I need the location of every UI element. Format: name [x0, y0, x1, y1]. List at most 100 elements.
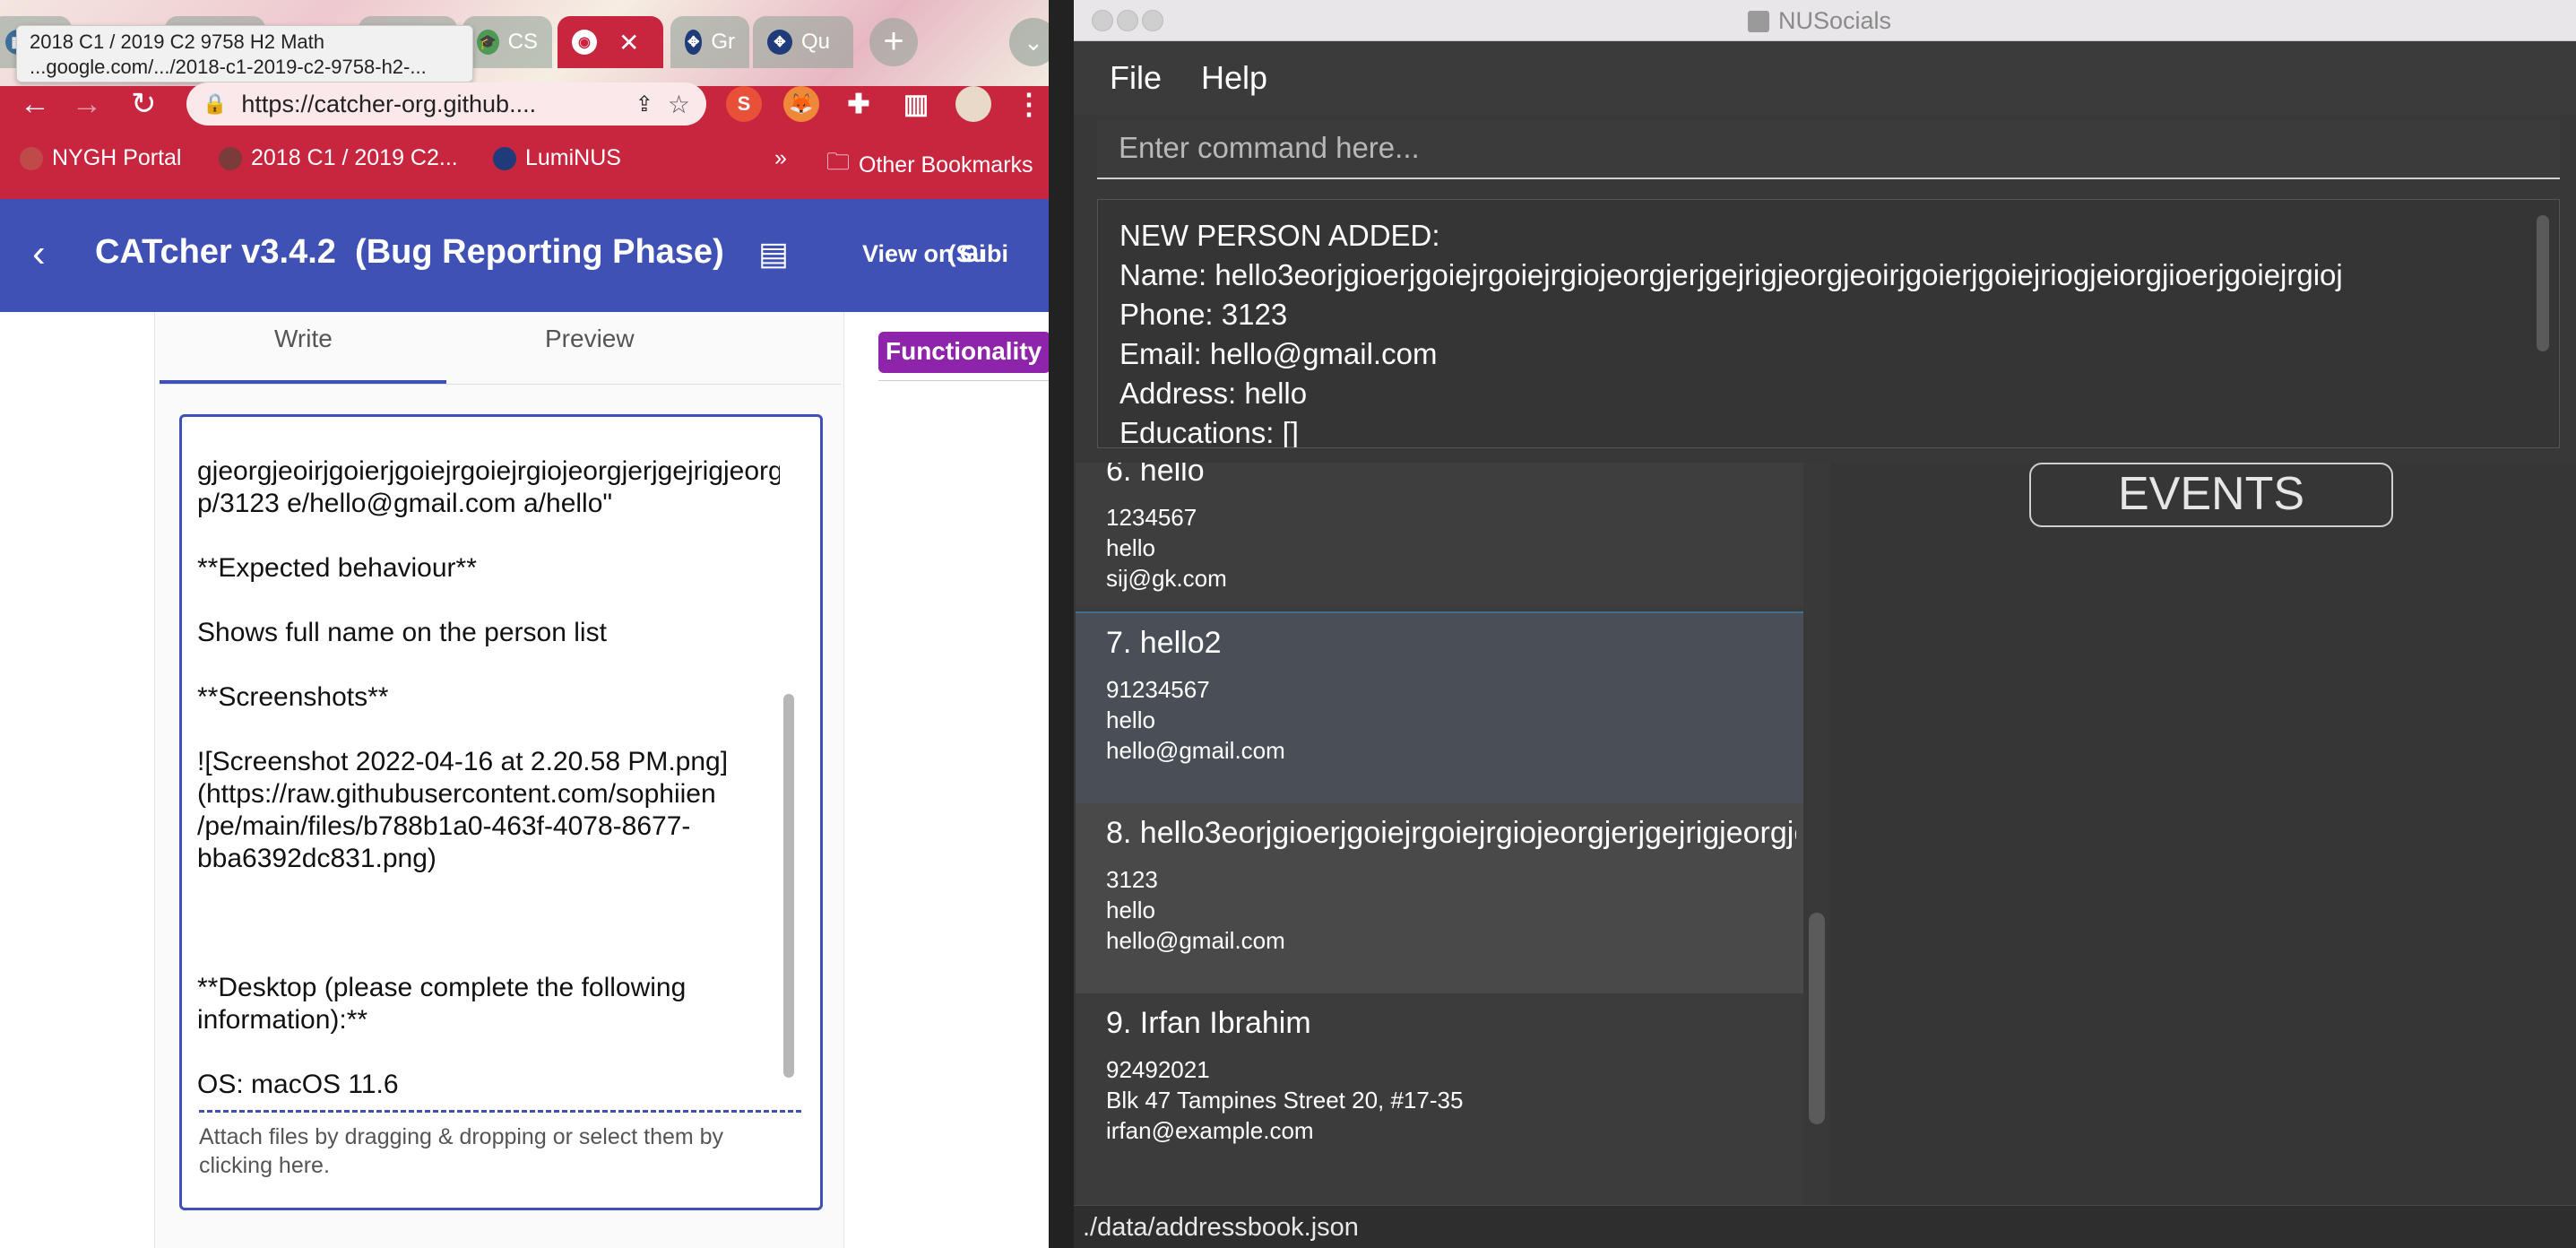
forward-arrow-icon[interactable]: →: [72, 86, 102, 122]
bookmark-label: 2018 C1 / 2019 C2...: [251, 145, 458, 170]
bookmark-luminus[interactable]: LumiNUS: [493, 145, 621, 171]
tab-write[interactable]: Write: [274, 325, 333, 353]
divider: [878, 380, 1049, 381]
list-scrollbar[interactable]: [1809, 913, 1825, 1124]
bookmark-label: LumiNUS: [525, 145, 621, 170]
other-bookmarks-label: Other Bookmarks: [859, 152, 1033, 178]
address-bar[interactable]: 🔒 https://catcher-org.github.... ⇪ ☆: [186, 82, 706, 126]
editor-line: p/3123 e/hello@gmail.com a/hello": [197, 489, 613, 518]
person-name: 7. hello2: [1106, 626, 1222, 660]
page-title: CATcher v3.4.2 (Bug Reporting Phase): [95, 233, 724, 271]
person-address: Blk 47 Tampines Street 20, #17-35: [1106, 1087, 1464, 1114]
tab-hover-tooltip: 2018 C1 / 2019 C2 9758 H2 Math ...google…: [16, 25, 473, 82]
catcher-header: ‹ CATcher v3.4.2 (Bug Reporting Phase) ▤…: [0, 199, 1049, 312]
more-menu-icon[interactable]: ⋮: [1011, 86, 1047, 122]
divider: [160, 384, 841, 385]
catcher-favicon: ◉: [572, 30, 597, 55]
bookmark-label: NYGH Portal: [52, 145, 182, 170]
person-name: 6. hello: [1106, 463, 1205, 488]
editor-line: ![Screenshot 2022-04-16 at 2.20.58 PM.pn…: [197, 747, 729, 776]
document-icon[interactable]: ▤: [758, 235, 789, 273]
editor-line: gjeorgjeoirjgoierjgoiejrgoiejrgiojeorgje…: [197, 456, 780, 486]
side-panel-icon[interactable]: ▥: [898, 86, 934, 122]
minimize-window-button[interactable]: [1117, 10, 1138, 31]
result-line: NEW PERSON ADDED:: [1119, 219, 1440, 252]
editor-line: Shows full name on the person list: [197, 618, 607, 647]
zoom-window-button[interactable]: [1142, 10, 1163, 31]
person-phone: 1234567: [1106, 504, 1197, 531]
editor-line: information):**: [197, 1005, 368, 1035]
editor-line: **Desktop (please complete the following: [197, 973, 687, 1002]
editor-line: OS: macOS 11.6: [197, 1070, 399, 1099]
profile-avatar[interactable]: [955, 86, 991, 122]
label-chip-functionality[interactable]: Functionality: [878, 332, 1049, 373]
result-scrollbar[interactable]: [2537, 215, 2549, 351]
other-bookmarks[interactable]: 🗀 Other Bookmarks: [826, 145, 1033, 185]
share-icon[interactable]: ⇪: [635, 91, 653, 117]
graduation-cap-icon: 🎓: [477, 30, 499, 55]
person-email: sij@gk.com: [1106, 565, 1227, 592]
new-tab-button[interactable]: +: [869, 18, 918, 66]
bookmark-2018-c1[interactable]: 2018 C1 / 2019 C2...: [219, 145, 458, 171]
person-phone: 91234567: [1106, 676, 1210, 703]
url-text: https://catcher-org.github....: [241, 90, 537, 117]
tab-label: Qu: [801, 30, 831, 54]
tab-gr[interactable]: ✥ Gr: [670, 16, 749, 68]
editor-line: bba6392dc831.png): [197, 844, 437, 873]
folder-icon: 🗀: [826, 148, 851, 175]
close-tab-icon[interactable]: ✕: [618, 28, 639, 57]
browser-toolbar: ← → ↻ 🔒 https://catcher-org.github.... ⇪…: [0, 82, 1049, 212]
site-favicon: [20, 146, 43, 170]
tab-qu[interactable]: ✥ Qu: [753, 16, 853, 68]
person-card[interactable]: 9. Irfan Ibrahim 92492021 Blk 47 Tampines …: [1076, 993, 1803, 1183]
editor-line: **Expected behaviour**: [197, 553, 477, 583]
attach-files-hint[interactable]: Attach files by dragging & dropping or s…: [199, 1122, 791, 1180]
result-line: Address: hello: [1119, 377, 1308, 410]
bookmark-nygh[interactable]: NYGH Portal: [20, 145, 181, 171]
tab-search-chevron-icon[interactable]: ⌄: [1009, 18, 1049, 66]
tab-label: CS: [507, 30, 538, 54]
back-arrow-icon[interactable]: ←: [20, 86, 50, 122]
dropzone-divider: [199, 1110, 801, 1113]
tab-catcher-active[interactable]: ◉ ✕: [558, 16, 663, 68]
person-address: hello: [1106, 706, 1155, 733]
puzzle-extensions-icon[interactable]: ✚: [841, 86, 877, 122]
close-window-button[interactable]: [1092, 10, 1113, 31]
person-phone: 92492021: [1106, 1056, 1210, 1083]
events-button[interactable]: EVENTS: [2029, 463, 2393, 527]
tab-preview[interactable]: Preview: [545, 325, 635, 353]
browser-window: ▦ 🎓 🎓CS ◉✕ ✥Gr ✥Qu + ⌄ 2018 C1 / 2019 C2…: [0, 0, 1049, 1248]
person-email: hello@gmail.com: [1106, 927, 1285, 954]
menu-file[interactable]: File: [1110, 59, 1162, 97]
result-display[interactable]: NEW PERSON ADDED: Name: hello3eorjgioerjg…: [1097, 199, 2560, 448]
description-textarea[interactable]: gjeorgjeoirjgoierjgoiejrgoiejrgiojeorgje…: [197, 455, 780, 1110]
tab-cs[interactable]: 🎓 CS: [462, 16, 552, 68]
person-card[interactable]: 7. hello2 91234567 hello hello@gmail.com: [1076, 611, 1803, 805]
person-card[interactable]: 8. hello3eorjgioerjgoiejrgoiejrgiojeorgj…: [1076, 803, 1803, 993]
person-name: 9. Irfan Ibrahim: [1106, 1006, 1311, 1040]
bookmarks-overflow-chevron[interactable]: »: [774, 145, 787, 171]
menu-help[interactable]: Help: [1201, 59, 1267, 97]
extension-s-icon[interactable]: S: [726, 86, 762, 122]
luminus-favicon: ✥: [685, 30, 703, 55]
fox-extension-icon[interactable]: 🦊: [783, 86, 819, 122]
command-input[interactable]: Enter command here...: [1097, 120, 2560, 179]
textarea-scrollbar[interactable]: [783, 694, 794, 1078]
lock-icon: 🔒: [203, 92, 228, 115]
back-chevron-icon[interactable]: ‹: [32, 231, 46, 276]
editor-line: **Screenshots**: [197, 682, 389, 712]
tooltip-title: 2018 C1 / 2019 C2 9758 H2 Math: [30, 30, 325, 53]
person-card[interactable]: 6. hello 1234567 hello sij@gk.com: [1076, 463, 1803, 606]
person-list[interactable]: 6. hello 1234567 hello sij@gk.com 7. hello2 9…: [1076, 463, 1803, 1205]
view-on-github-link[interactable]: View on Gi(Subi: [862, 240, 1008, 268]
reload-icon[interactable]: ↻: [131, 86, 157, 122]
result-line: Name: hello3eorjgioerjgoiejrgoiejrgiojeo…: [1119, 258, 2343, 291]
status-bar-path: ./data/addressbook.json: [1074, 1205, 2576, 1248]
bookmark-star-icon[interactable]: ☆: [668, 90, 690, 119]
